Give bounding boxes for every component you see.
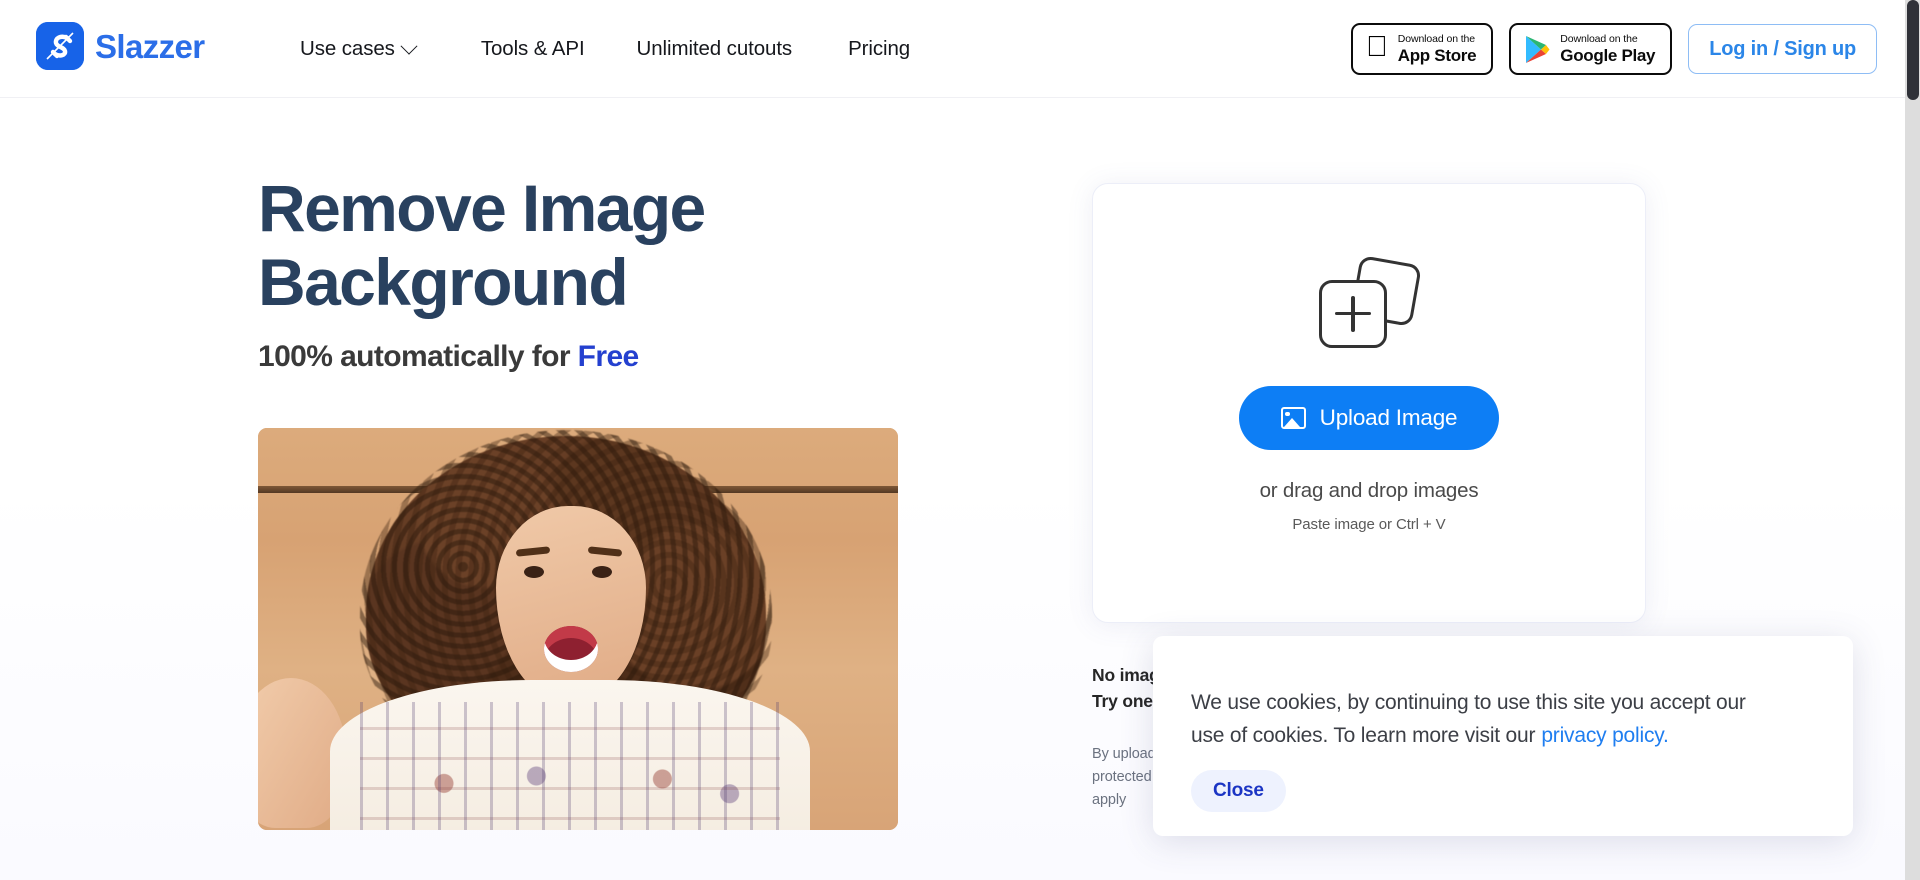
page-title: Remove Image Background bbox=[258, 171, 958, 320]
cookie-consent-banner: We use cookies, by continuing to use thi… bbox=[1153, 636, 1853, 836]
upload-image-button[interactable]: Upload Image bbox=[1239, 386, 1499, 450]
nav-item-label: Use cases bbox=[300, 37, 395, 60]
page-root: Slazzer Use cases Tools & API Unlimited … bbox=[0, 0, 1920, 880]
app-store-caption: Download on the bbox=[1397, 32, 1476, 45]
hero-sample-photo bbox=[258, 428, 898, 830]
cookie-text-line2: use of cookies. To learn more visit our bbox=[1191, 724, 1536, 748]
cookie-text-line1: We use cookies, by continuing to use thi… bbox=[1191, 691, 1746, 714]
hero-title-line1: Remove Image bbox=[258, 171, 706, 245]
privacy-policy-link[interactable]: privacy policy. bbox=[1535, 724, 1669, 747]
nav-item-unlimited-cutouts[interactable]: Unlimited cutouts bbox=[637, 37, 793, 61]
hero-subtitle-highlight: Free bbox=[577, 339, 640, 373]
hero-subtitle-prefix: 100% automatically for bbox=[258, 339, 578, 373]
brand-logo-link[interactable]: Slazzer bbox=[36, 22, 205, 70]
app-store-label: App Store bbox=[1397, 46, 1477, 66]
photo-subject-shirt bbox=[330, 680, 810, 830]
login-signup-button[interactable]: Log in / Sign up bbox=[1688, 24, 1877, 74]
cookie-consent-text: We use cookies, by continuing to use thi… bbox=[1191, 686, 1813, 752]
hero-text-block: Remove Image Background 100% automatical… bbox=[258, 171, 958, 374]
app-store-button[interactable]:  Download on the App Store bbox=[1350, 23, 1494, 75]
drag-and-drop-hint: or drag and drop images bbox=[1259, 479, 1479, 502]
apple-icon:  bbox=[1366, 32, 1388, 62]
header-actions:  Download on the App Store Download bbox=[1350, 23, 1877, 75]
vertical-scrollbar-thumb[interactable] bbox=[1906, 0, 1919, 100]
upload-dropzone-card[interactable]: Upload Image or drag and drop images Pas… bbox=[1092, 183, 1646, 623]
main-navigation: Use cases Tools & API Unlimited cutouts … bbox=[300, 0, 910, 98]
nav-item-tools-api[interactable]: Tools & API bbox=[481, 37, 585, 61]
upload-image-button-label: Upload Image bbox=[1319, 405, 1458, 430]
nav-item-label: Tools & API bbox=[480, 37, 585, 60]
nav-item-use-cases[interactable]: Use cases bbox=[300, 37, 418, 61]
vertical-scrollbar-track[interactable] bbox=[1905, 0, 1920, 880]
add-images-icon bbox=[1319, 255, 1422, 352]
hero-title-line2: Background bbox=[258, 244, 629, 319]
nav-item-pricing[interactable]: Pricing bbox=[848, 37, 910, 61]
paste-hint: Paste image or Ctrl + V bbox=[1292, 516, 1446, 533]
slazzer-s-logo-icon bbox=[36, 22, 84, 70]
legal-line3: apply bbox=[1092, 792, 1127, 809]
google-play-caption: Download on the bbox=[1560, 32, 1638, 45]
nav-item-label: Unlimited cutouts bbox=[636, 37, 793, 60]
image-icon bbox=[1280, 407, 1306, 429]
chevron-down-icon bbox=[400, 37, 418, 55]
nav-item-label: Pricing bbox=[848, 37, 911, 60]
hero-subtitle: 100% automatically for Free bbox=[258, 340, 958, 374]
cookie-close-button[interactable]: Close bbox=[1191, 770, 1286, 813]
brand-name: Slazzer bbox=[95, 27, 205, 65]
google-play-label: Google Play bbox=[1560, 46, 1656, 66]
google-play-icon bbox=[1524, 35, 1550, 64]
google-play-button[interactable]: Download on the Google Play bbox=[1509, 23, 1673, 75]
site-header: Slazzer Use cases Tools & API Unlimited … bbox=[0, 0, 1905, 98]
